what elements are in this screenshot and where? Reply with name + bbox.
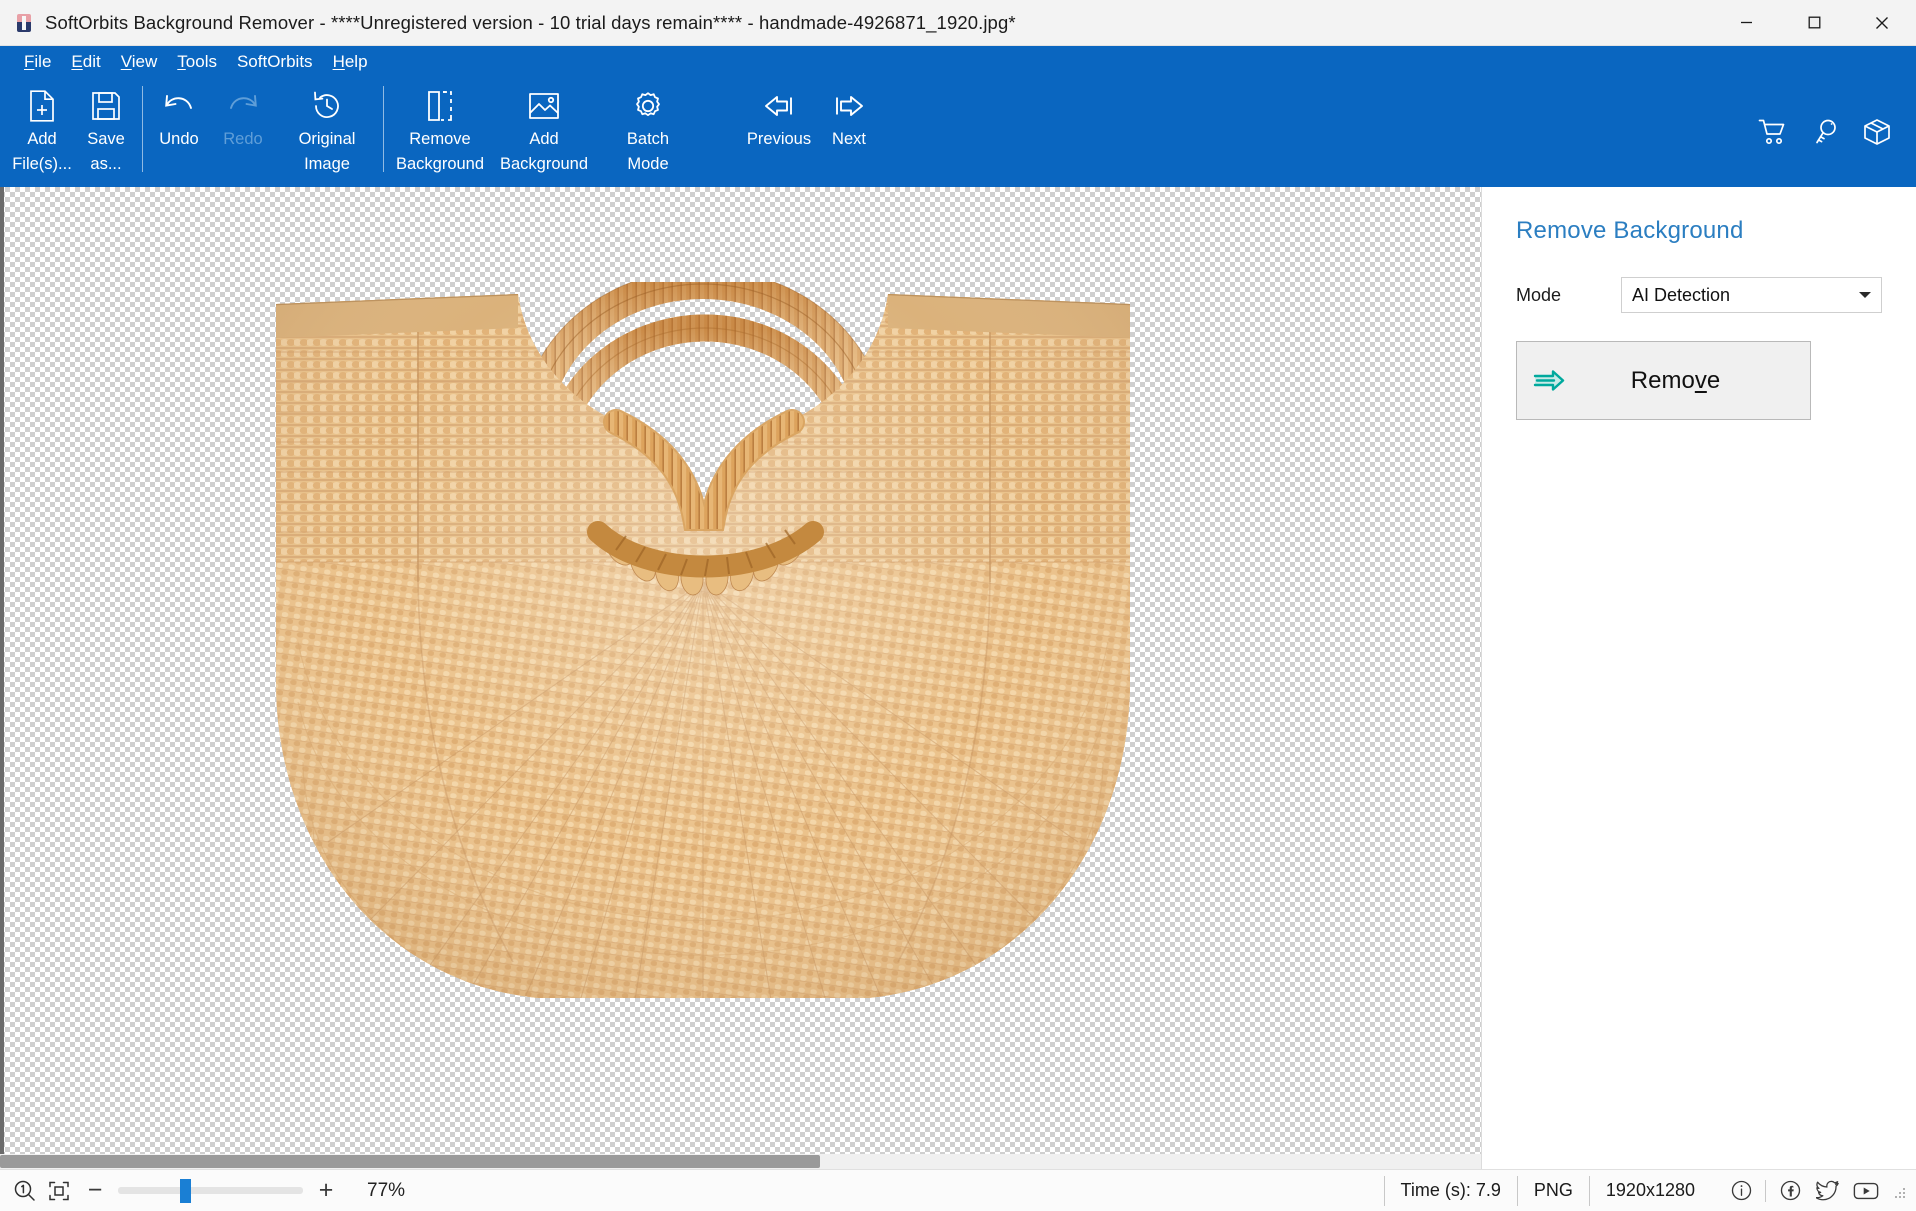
toolbar-separator (383, 86, 384, 172)
application-window: SoftOrbits Background Remover - ****Unre… (0, 0, 1916, 1211)
status-dimensions: 1920x1280 (1589, 1176, 1711, 1206)
app-logo-icon (14, 13, 34, 33)
scrollbar-thumb[interactable] (0, 1155, 820, 1168)
title-bar-left: SoftOrbits Background Remover - ****Unre… (0, 12, 1712, 34)
canvas-horizontal-scrollbar[interactable] (0, 1154, 1481, 1169)
status-bar-right: Time (s): 7.9 PNG 1920x1280 (1384, 1176, 1906, 1206)
save-disk-icon (91, 88, 121, 124)
mode-select[interactable]: AI Detection (1621, 277, 1882, 313)
add-file-icon (27, 88, 57, 124)
status-time: Time (s): 7.9 (1384, 1176, 1517, 1206)
toolbar-button-batch-mode[interactable]: Batch Mode (596, 78, 700, 174)
toolbar-label-line2: File(s)... (12, 155, 72, 174)
key-icon[interactable] (1808, 115, 1842, 149)
image-canvas[interactable] (0, 187, 1481, 1169)
toolbar-label-line2: Background (500, 155, 588, 174)
canvas-area (0, 187, 1481, 1169)
zoom-in-button[interactable]: + (307, 1174, 345, 1208)
toolbar-button-add-background[interactable]: Add Background (492, 78, 596, 174)
toolbar-label-line1: Batch (627, 130, 669, 149)
menu-item-file[interactable]: File (14, 49, 61, 75)
toolbar-separator (142, 86, 143, 172)
mode-row: Mode AI Detection (1516, 277, 1882, 313)
canvas-left-edge (0, 187, 4, 1169)
gear-icon (632, 88, 664, 124)
toolbar-button-previous[interactable]: Previous (744, 78, 814, 174)
zoom-slider-thumb[interactable] (180, 1179, 191, 1203)
toolbar-label-line1: Remove (409, 130, 470, 149)
status-bar: − + 77% Time (s): 7.9 PNG 1920x1280 (0, 1169, 1916, 1211)
minimize-icon[interactable] (1712, 0, 1780, 46)
undo-arrow-icon (162, 88, 196, 124)
toolbar-button-remove-background[interactable]: Remove Background (388, 78, 492, 174)
status-divider (1765, 1180, 1766, 1202)
close-icon[interactable] (1848, 0, 1916, 46)
remove-button-label: Remove (1569, 367, 1810, 395)
toolbar-label-line1: Add (529, 130, 558, 149)
panel-title: Remove Background (1516, 217, 1882, 245)
remove-background-icon (426, 88, 454, 124)
maximize-icon[interactable] (1780, 0, 1848, 46)
redo-arrow-icon (226, 88, 260, 124)
history-clock-icon (311, 88, 343, 124)
toolbar-button-save-as[interactable]: Save as... (74, 78, 138, 174)
toolbar-label-line2: Background (396, 155, 484, 174)
picture-icon (528, 88, 560, 124)
toolbar-button-undo[interactable]: Undo (147, 78, 211, 174)
toolbar-label-line1: Undo (159, 130, 198, 149)
toolbar-label-line1: Redo (223, 130, 262, 149)
menu-item-help[interactable]: Help (323, 49, 378, 75)
shopping-cart-icon[interactable] (1756, 115, 1790, 149)
toolbar-button-add-files[interactable]: Add File(s)... (10, 78, 74, 174)
menu-item-softorbits[interactable]: SoftOrbits (227, 49, 323, 75)
toolbar-right-icons (1756, 78, 1894, 185)
menu-item-edit[interactable]: Edit (61, 49, 110, 75)
status-format: PNG (1517, 1176, 1589, 1206)
tool-bar: Add File(s)... Save as... (0, 78, 1916, 185)
twitter-icon[interactable] (1810, 1176, 1846, 1206)
remove-button[interactable]: Remove (1516, 341, 1811, 420)
image-subject-handbag (268, 282, 1138, 1042)
box-icon[interactable] (1860, 115, 1894, 149)
toolbar-button-original-image[interactable]: Original Image (275, 78, 379, 174)
green-arrow-right-icon (1529, 369, 1569, 393)
chevron-down-icon (1859, 292, 1871, 298)
bag-body (268, 282, 1138, 1042)
window-title: SoftOrbits Background Remover - ****Unre… (45, 12, 1016, 34)
window-controls (1712, 0, 1916, 46)
main-area: Remove Background Mode AI Detection Remo… (0, 187, 1916, 1169)
zoom-percentage: 77% (367, 1180, 423, 1202)
zoom-slider-track (118, 1187, 303, 1194)
toolbar-label-line1: Previous (747, 130, 811, 149)
toolbar-label-line1: Original (299, 130, 356, 149)
toolbar-label-line1: Add (27, 130, 56, 149)
toolbar-button-redo: Redo (211, 78, 275, 174)
menu-item-view[interactable]: View (111, 49, 168, 75)
title-bar: SoftOrbits Background Remover - ****Unre… (0, 0, 1916, 46)
toolbar-label-line2: Image (304, 155, 350, 174)
toolbar-label-line2: Mode (627, 155, 668, 174)
arrow-left-icon (762, 88, 796, 124)
mode-selected-value: AI Detection (1632, 285, 1730, 306)
menu-bar: File Edit View Tools SoftOrbits Help (0, 46, 1916, 78)
info-circle-icon[interactable] (1723, 1176, 1759, 1206)
facebook-icon[interactable] (1772, 1176, 1808, 1206)
toolbar-label-line1: Next (832, 130, 866, 149)
zoom-out-button[interactable]: − (76, 1174, 114, 1208)
mode-label: Mode (1516, 285, 1621, 306)
resize-grip[interactable] (1890, 1183, 1906, 1199)
zoom-1to1-icon[interactable] (8, 1174, 42, 1208)
zoom-controls: − + 77% (8, 1174, 423, 1208)
ribbon: File Edit View Tools SoftOrbits Help Add (0, 46, 1916, 187)
arrow-right-icon (832, 88, 866, 124)
toolbar-button-next[interactable]: Next (814, 78, 884, 174)
zoom-slider[interactable] (118, 1174, 303, 1208)
toolbar-label-line2: as... (90, 155, 121, 174)
status-social-icons (1711, 1176, 1884, 1206)
right-panel: Remove Background Mode AI Detection Remo… (1481, 187, 1916, 1169)
toolbar-label-line1: Save (87, 130, 125, 149)
youtube-icon[interactable] (1848, 1176, 1884, 1206)
fit-to-screen-icon[interactable] (42, 1174, 76, 1208)
menu-item-tools[interactable]: Tools (167, 49, 227, 75)
